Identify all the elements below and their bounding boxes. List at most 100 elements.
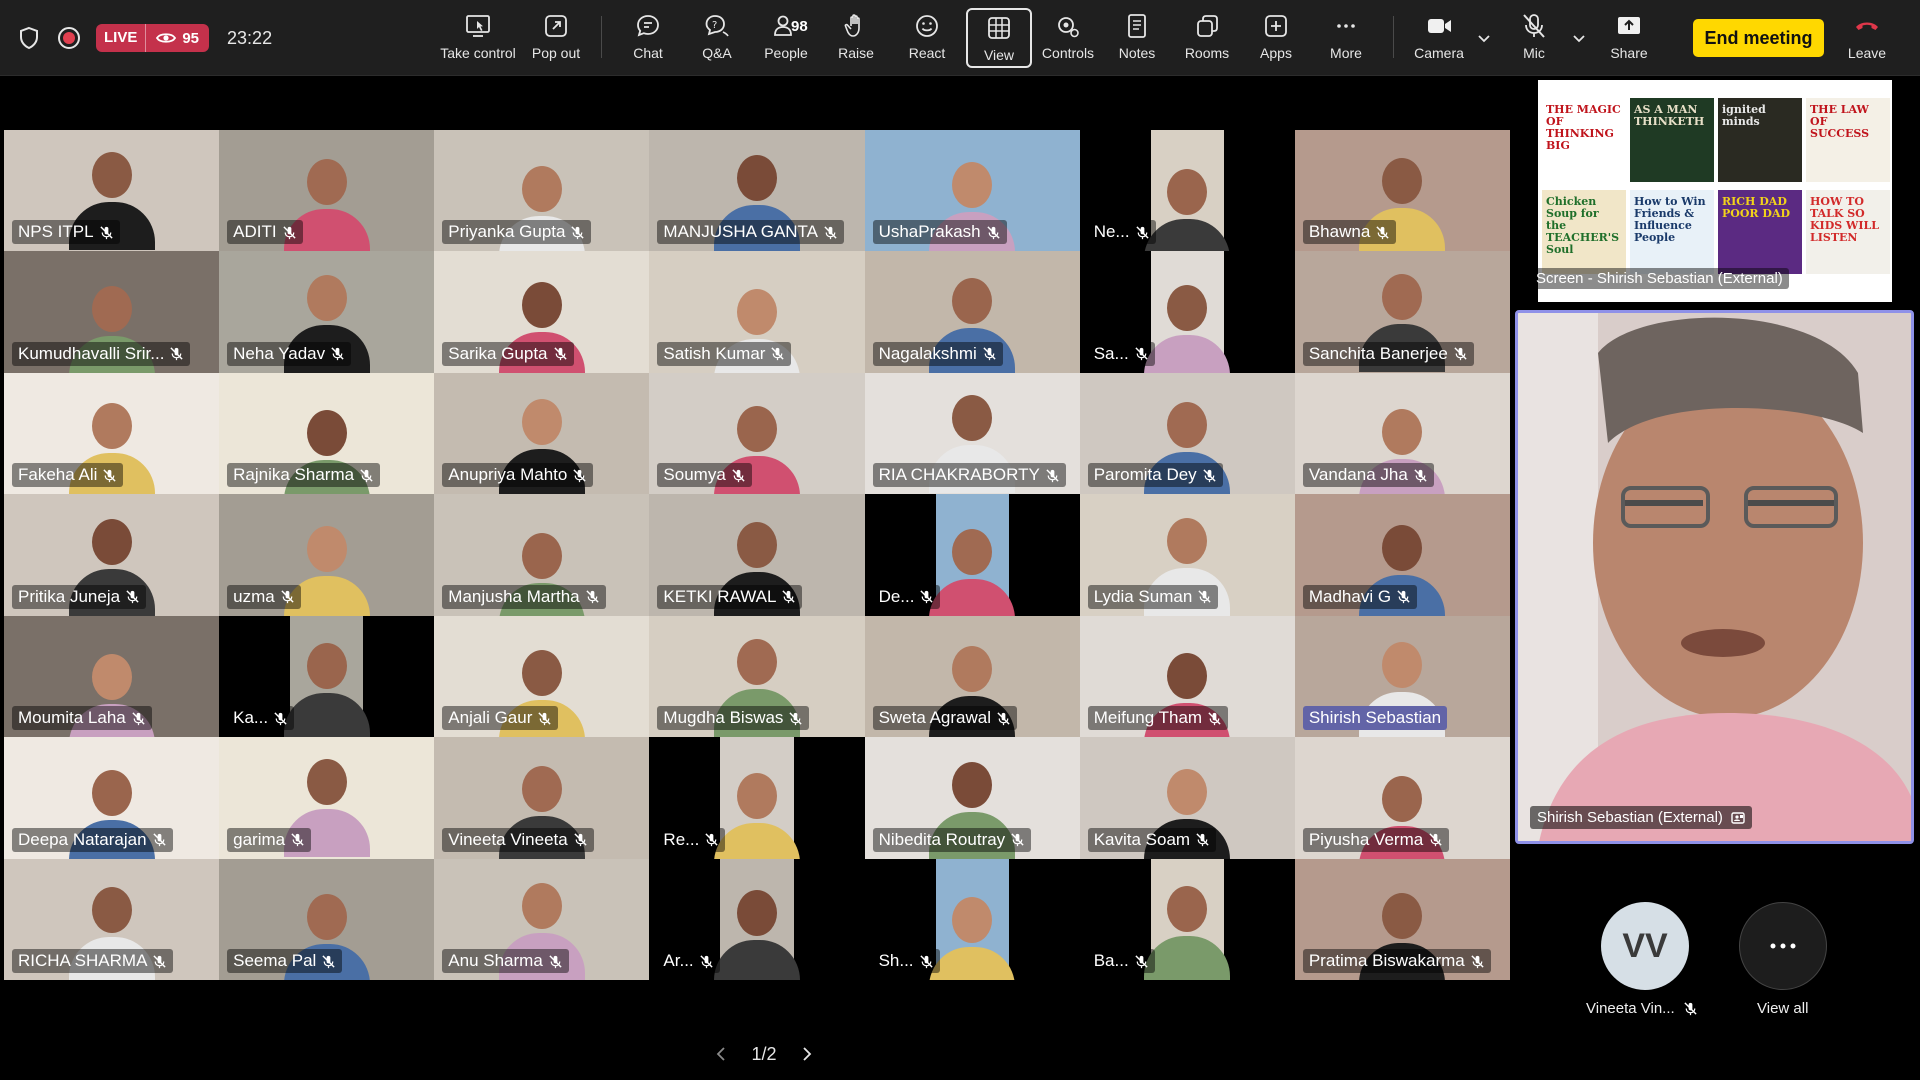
participant-tile[interactable]: garima: [219, 737, 435, 859]
spotlight-video[interactable]: Shirish Sebastian (External): [1515, 310, 1914, 844]
raise-hand-button[interactable]: Raise: [823, 8, 889, 68]
participant-tile[interactable]: Kumudhavalli Srir...: [4, 251, 220, 373]
view-all-button[interactable]: [1739, 902, 1827, 990]
participant-tile[interactable]: RICHA SHARMA: [4, 858, 220, 980]
participant-tile[interactable]: Ne...: [1079, 130, 1295, 252]
view-label: View: [983, 47, 1015, 63]
shield-icon[interactable]: [16, 25, 42, 51]
participant-tile[interactable]: Ba...: [1079, 858, 1295, 980]
participant-tile[interactable]: Priyanka Gupta: [434, 130, 650, 252]
participant-avatar[interactable]: VV: [1601, 902, 1689, 990]
participant-tile[interactable]: Sanchita Banerjee: [1294, 251, 1510, 373]
mic-off-icon: [152, 833, 166, 847]
participant-tile[interactable]: MANJUSHA GANTA: [649, 130, 865, 252]
participant-tile[interactable]: ADITI: [219, 130, 435, 252]
participant-tile[interactable]: Manjusha Martha: [434, 494, 650, 616]
participant-tile[interactable]: uzma: [219, 494, 435, 616]
people-button[interactable]: 98 People: [753, 8, 819, 68]
participant-tile[interactable]: Satish Kumar: [649, 251, 865, 373]
participant-tile[interactable]: UshaPrakash: [864, 130, 1080, 252]
end-meeting-button[interactable]: End meeting: [1693, 19, 1824, 57]
previous-page-chevron-icon[interactable]: [714, 1045, 728, 1063]
participant-tile[interactable]: Rajnika Sharma: [219, 372, 435, 495]
participant-tile[interactable]: Sweta Agrawal: [864, 615, 1080, 738]
participant-tile[interactable]: Piyusha Verma: [1294, 737, 1510, 859]
participant-tile[interactable]: RIA CHAKRABORTY: [864, 372, 1080, 495]
participant-tile[interactable]: Sh...: [864, 858, 1080, 980]
participant-tile[interactable]: Moumita Laha: [4, 615, 220, 738]
qa-button[interactable]: ? Q&A: [684, 8, 750, 68]
participant-name: Seema Pal: [233, 951, 317, 970]
recording-icon[interactable]: [56, 25, 82, 51]
more-button[interactable]: More: [1313, 8, 1379, 68]
participant-head: [736, 638, 777, 685]
pop-out-button[interactable]: Pop out: [523, 8, 589, 68]
participant-tile[interactable]: Sarika Gupta: [434, 251, 650, 373]
participant-tile[interactable]: Re...: [649, 737, 865, 859]
participant-tile[interactable]: Nagalakshmi: [864, 251, 1080, 373]
participant-tile[interactable]: Neha Yadav: [219, 251, 435, 373]
participant-tile[interactable]: KETKI RAWAL: [649, 494, 865, 616]
participant-tile[interactable]: Shirish Sebastian: [1294, 615, 1510, 738]
participant-tile[interactable]: Vineeta Vineeta: [434, 737, 650, 859]
page-indicator: 1/2: [751, 1043, 777, 1064]
participant-tile[interactable]: Deepa Natarajan: [4, 737, 220, 859]
letterbox-bar: [363, 615, 435, 738]
next-page-chevron-icon[interactable]: [800, 1045, 814, 1063]
participant-tile[interactable]: Sa...: [1079, 251, 1295, 373]
rooms-button[interactable]: Rooms: [1174, 8, 1240, 68]
participant-tile[interactable]: Ar...: [649, 858, 865, 980]
mic-options-chevron-icon[interactable]: [1571, 30, 1587, 46]
camera-options-chevron-icon[interactable]: [1476, 30, 1492, 46]
participant-tile[interactable]: Lydia Suman: [1079, 494, 1295, 616]
participant-tile[interactable]: Pritika Juneja: [4, 494, 220, 616]
camera-button[interactable]: Camera: [1406, 8, 1472, 68]
participant-tile[interactable]: Mugdha Biswas: [649, 615, 865, 738]
participant-tile[interactable]: Nibedita Routray: [864, 737, 1080, 859]
participant-tile[interactable]: Seema Pal: [219, 858, 435, 980]
participant-tile[interactable]: NPS ITPL: [4, 130, 220, 252]
participant-tile[interactable]: Paromita Dey: [1079, 372, 1295, 495]
participant-head: [1382, 408, 1423, 455]
participant-tile[interactable]: Pratima Biswakarma: [1294, 858, 1510, 980]
participant-tile[interactable]: Madhavi G: [1294, 494, 1510, 616]
apps-button[interactable]: Apps: [1243, 8, 1309, 68]
participant-tile[interactable]: Soumya: [649, 372, 865, 495]
participant-head: [306, 893, 347, 940]
participant-name: Bhawna: [1308, 222, 1371, 242]
participant-tile[interactable]: Bhawna: [1294, 130, 1510, 252]
react-button[interactable]: React: [894, 8, 960, 68]
live-badge[interactable]: LIVE 95: [96, 24, 210, 52]
take-control-button[interactable]: Take control: [440, 8, 516, 68]
participant-tile[interactable]: De...: [864, 494, 1080, 616]
participant-tile[interactable]: Anupriya Mahto: [434, 372, 650, 495]
participant-tile[interactable]: Anu Sharma: [434, 858, 650, 980]
participant-name: UshaPrakash: [878, 222, 981, 242]
participant-tile[interactable]: Meifung Tham: [1079, 615, 1295, 738]
controls-button[interactable]: Controls: [1035, 8, 1101, 68]
participant-video: [283, 642, 370, 738]
participant-video: [1144, 169, 1231, 252]
participant-name: Ka...: [233, 708, 269, 728]
participant-tile[interactable]: Kavita Soam: [1079, 737, 1295, 859]
participant-name: garima: [233, 829, 286, 849]
leave-button[interactable]: Leave: [1834, 8, 1900, 68]
participant-tile[interactable]: Ka...: [219, 615, 435, 738]
participant-tile[interactable]: Anjali Gaur: [434, 615, 650, 738]
mic-off-icon: [997, 712, 1010, 725]
view-button[interactable]: View: [966, 8, 1032, 68]
participant-tile[interactable]: Fakeha Ali: [4, 372, 220, 495]
notes-button[interactable]: Notes: [1104, 8, 1170, 68]
participant-head: [521, 766, 562, 813]
participant-head: [91, 770, 132, 817]
chat-button[interactable]: Chat: [615, 8, 681, 68]
participant-head: [1167, 401, 1208, 448]
participant-name-label: Pritika Juneja: [12, 584, 147, 609]
participant-tile[interactable]: Vandana Jha: [1294, 372, 1510, 495]
speaker-video-frame: [1518, 313, 1911, 841]
share-button[interactable]: Share: [1596, 8, 1662, 68]
mic-button[interactable]: Mic: [1501, 8, 1567, 68]
participant-head: [736, 889, 777, 936]
mic-off-icon: [1135, 226, 1149, 239]
book-title: AS A MAN THINKETH: [1634, 103, 1705, 128]
